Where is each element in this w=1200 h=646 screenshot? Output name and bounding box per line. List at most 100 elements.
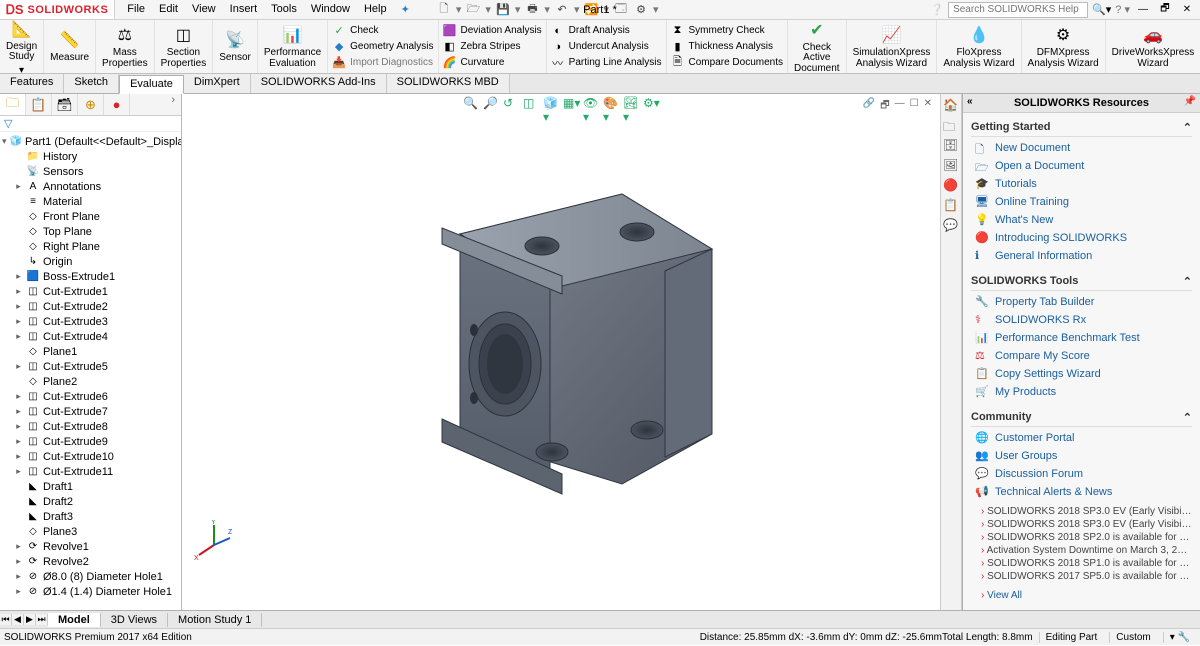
tree-item[interactable]: ▸⊘Ø1.4 (1.4) Diameter Hole1 <box>0 584 181 599</box>
view-settings-icon[interactable]: ⚙▾ <box>643 96 659 112</box>
tree-item[interactable]: ▸◫Cut-Extrude8 <box>0 419 181 434</box>
undercut-analysis-button[interactable]: ◑Undercut Analysis <box>551 39 649 55</box>
display-style-icon[interactable]: ▦▾ <box>563 96 579 112</box>
graphics-area[interactable]: 🔍 🔎 ↺ ◫ 🧊▾ ▦▾ 👁▾ 🎨▾ 🏞▾ ⚙▾ 🔗 🗗 — ☐ ✕ <box>182 94 940 610</box>
draft-analysis-button[interactable]: ◐Draft Analysis <box>551 23 630 39</box>
collapse-icon[interactable]: ⌃ <box>1183 121 1192 134</box>
tp-link[interactable]: 🗋New Document <box>971 139 1192 157</box>
tree-item[interactable]: ◣Draft2 <box>0 494 181 509</box>
tab-sketch[interactable]: Sketch <box>64 74 119 93</box>
tp-news-item[interactable]: SOLIDWORKS 2018 SP2.0 is available for d… <box>971 531 1192 544</box>
tp-news-item[interactable]: SOLIDWORKS 2017 SP5.0 is available for d… <box>971 570 1192 583</box>
tab-dimxpert[interactable]: DimXpert <box>184 74 251 93</box>
restore-icon[interactable]: 🗗 <box>1156 3 1174 17</box>
tp-link[interactable]: 👥User Groups <box>971 447 1192 465</box>
menu-pin-icon[interactable]: ✦ <box>395 1 416 18</box>
tree-item[interactable]: ▸⊘Ø8.0 (8) Diameter Hole1 <box>0 569 181 584</box>
check-active-document-button[interactable]: ✔Check Active Document <box>794 19 840 75</box>
tp-link[interactable]: 🎓Tutorials <box>971 175 1192 193</box>
help-dropdown-icon[interactable]: ? ▾ <box>1115 3 1130 16</box>
gv-close-icon[interactable]: ✕ <box>924 98 932 115</box>
tree-item[interactable]: ▸◫Cut-Extrude10 <box>0 449 181 464</box>
tree-item[interactable]: ▸◫Cut-Extrude9 <box>0 434 181 449</box>
nav-first-icon[interactable]: ⏮ <box>0 614 12 625</box>
tree-item[interactable]: ◇Plane1 <box>0 344 181 359</box>
close-icon[interactable]: ✕ <box>1178 3 1196 17</box>
minimize-icon[interactable]: — <box>1134 3 1152 17</box>
performance-evaluation-button[interactable]: 📊Performance Evaluation <box>264 24 321 69</box>
tp-tab-appearances-icon[interactable]: 🔴 <box>943 178 959 194</box>
tp-news-item[interactable]: SOLIDWORKS 2018 SP1.0 is available for d… <box>971 557 1192 570</box>
menu-file[interactable]: File <box>121 1 151 18</box>
nav-last-icon[interactable]: ⏭ <box>36 614 48 625</box>
menu-window[interactable]: Window <box>305 1 356 18</box>
bottom-tab-3d-views[interactable]: 3D Views <box>101 613 168 627</box>
deviation-analysis-button[interactable]: 🟪Deviation Analysis <box>443 23 542 39</box>
status-units[interactable]: Custom <box>1109 632 1156 643</box>
print-icon[interactable]: 🖶 <box>524 2 540 18</box>
feature-tree[interactable]: ▾🧊Part1 (Default<<Default>_Display 📁Hist… <box>0 132 181 610</box>
tree-item[interactable]: ▸🟦Boss-Extrude1 <box>0 269 181 284</box>
help-icon[interactable]: ❔ <box>930 3 944 16</box>
view-all-link[interactable]: View All <box>971 589 1192 602</box>
settings-icon[interactable]: ⚙ <box>633 2 649 18</box>
tp-link[interactable]: 📊Performance Benchmark Test <box>971 329 1192 347</box>
undo-icon[interactable]: ↶ <box>554 2 570 18</box>
geometry-analysis-button[interactable]: ◆Geometry Analysis <box>332 39 433 55</box>
bottom-tab-model[interactable]: Model <box>48 613 101 627</box>
filter-icon[interactable]: ▽ <box>4 117 12 130</box>
tp-news-item[interactable]: SOLIDWORKS 2018 SP3.0 EV (Early Visibili… <box>971 518 1192 531</box>
search-help-input[interactable] <box>948 2 1088 18</box>
tree-item[interactable]: ▸AAnnotations <box>0 179 181 194</box>
tree-item[interactable]: ◇Right Plane <box>0 239 181 254</box>
view-orientation-icon[interactable]: 🧊▾ <box>543 96 559 112</box>
parting-line-button[interactable]: 〰Parting Line Analysis <box>551 55 662 71</box>
tree-root[interactable]: ▾🧊Part1 (Default<<Default>_Display <box>0 134 181 149</box>
tp-link[interactable]: 🛒My Products <box>971 383 1192 401</box>
simulationxpress-button[interactable]: 📈SimulationXpress Analysis Wizard <box>853 24 931 69</box>
gv-min-icon[interactable]: — <box>895 98 905 115</box>
tree-item[interactable]: ▸◫Cut-Extrude2 <box>0 299 181 314</box>
open-icon[interactable]: 🗁 <box>465 2 481 18</box>
tree-item[interactable]: ↳Origin <box>0 254 181 269</box>
collapse-icon[interactable]: ⌃ <box>1183 411 1192 424</box>
zoom-area-icon[interactable]: 🔎 <box>483 96 499 112</box>
tree-item[interactable]: ▸◫Cut-Extrude11 <box>0 464 181 479</box>
prev-view-icon[interactable]: ↺ <box>503 96 519 112</box>
tree-item[interactable]: ▸◫Cut-Extrude4 <box>0 329 181 344</box>
nav-prev-icon[interactable]: ◀ <box>12 614 24 625</box>
tree-item[interactable]: ▸◫Cut-Extrude1 <box>0 284 181 299</box>
tree-item[interactable]: ◣Draft3 <box>0 509 181 524</box>
fm-tab-tree[interactable]: 🗀 <box>0 94 26 115</box>
tp-link[interactable]: ⚖Compare My Score <box>971 347 1192 365</box>
tp-link[interactable]: 🗁Open a Document <box>971 157 1192 175</box>
tp-tab-home-icon[interactable]: 🏠 <box>943 98 959 114</box>
tp-tab-forum-icon[interactable]: 💬 <box>943 218 959 234</box>
tree-item[interactable]: ▸◫Cut-Extrude3 <box>0 314 181 329</box>
tp-tab-library-icon[interactable]: 🗀 <box>943 118 959 134</box>
measure-button[interactable]: 📏Measure <box>50 29 89 64</box>
search-icon[interactable]: 🔍▾ <box>1092 3 1111 16</box>
tp-link[interactable]: 💬Discussion Forum <box>971 465 1192 483</box>
tp-link[interactable]: 💡What's New <box>971 211 1192 229</box>
fm-tab-expand-icon[interactable]: › <box>165 94 181 115</box>
menu-tools[interactable]: Tools <box>265 1 303 18</box>
thickness-analysis-button[interactable]: ▮Thickness Analysis <box>671 39 773 55</box>
tree-item[interactable]: ◇Plane2 <box>0 374 181 389</box>
tp-link[interactable]: ℹGeneral Information <box>971 247 1192 265</box>
section-view-icon[interactable]: ◫ <box>523 96 539 112</box>
menu-insert[interactable]: Insert <box>224 1 264 18</box>
tree-item[interactable]: ◇Front Plane <box>0 209 181 224</box>
tab-features[interactable]: Features <box>0 74 64 93</box>
collapse-icon[interactable]: ⌃ <box>1183 275 1192 288</box>
gv-link-icon[interactable]: 🔗 <box>863 98 875 115</box>
fm-tab-property[interactable]: 📋 <box>26 94 52 115</box>
zoom-fit-icon[interactable]: 🔍 <box>463 96 479 112</box>
tp-link[interactable]: 📋Copy Settings Wizard <box>971 365 1192 383</box>
symmetry-check-button[interactable]: ⧗Symmetry Check <box>671 23 765 39</box>
tree-item[interactable]: ◇Plane3 <box>0 524 181 539</box>
fm-tab-config[interactable]: 🗃 <box>52 94 78 115</box>
driveworksxpress-button[interactable]: 🚗DriveWorksXpress Wizard <box>1112 24 1195 69</box>
tree-item[interactable]: 📁History <box>0 149 181 164</box>
mass-properties-button[interactable]: ⚖Mass Properties <box>102 24 148 69</box>
